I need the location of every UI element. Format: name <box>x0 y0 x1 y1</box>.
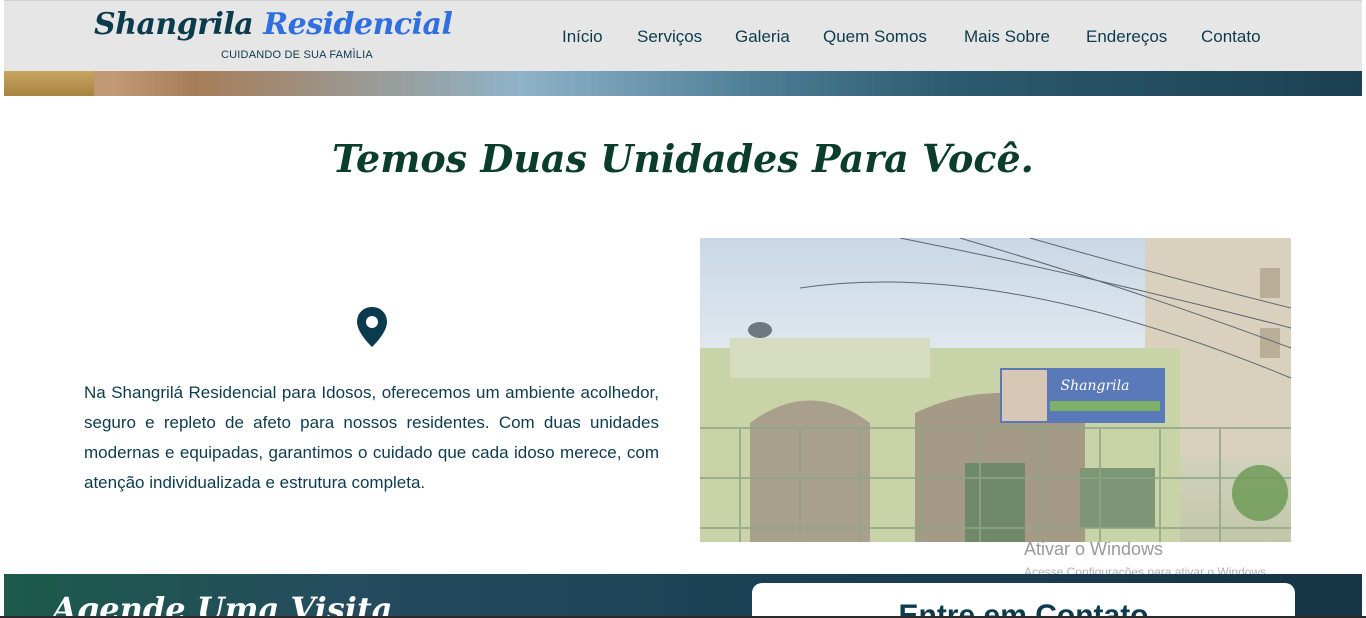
section-title: Temos Duas Unidades Para Você. <box>332 136 1034 181</box>
nav-item-mais-sobre[interactable]: Mais Sobre <box>964 27 1050 47</box>
units-description: Na Shangrilá Residencial para Idosos, of… <box>84 383 659 492</box>
nav-item-galeria[interactable]: Galeria <box>735 27 790 47</box>
building-photo: Shangrila <box>700 238 1291 542</box>
building-illustration: Shangrila <box>700 238 1291 542</box>
photo-sign-text: Shangrila <box>1061 378 1130 394</box>
contact-form-card: Entre em Contato <box>752 583 1295 618</box>
map-pin-icon <box>357 307 387 347</box>
nav-item-servicos[interactable]: Serviços <box>637 27 702 47</box>
visit-title: Agende Uma Visita <box>52 590 393 618</box>
top-navbar: Shangrila Residencial CUIDANDO DE SUA FA… <box>4 0 1362 71</box>
nav-item-enderecos[interactable]: Endereços <box>1086 27 1167 47</box>
nav-item-contato[interactable]: Contato <box>1201 27 1261 47</box>
nav-item-inicio[interactable]: Início <box>562 27 603 47</box>
windows-activation-title: Ativar o Windows <box>1024 539 1164 559</box>
hero-image-strip <box>4 71 1362 96</box>
nav-item-quem-somos[interactable]: Quem Somos <box>823 27 927 47</box>
nav-menu: Início Serviços Galeria Quem Somos Mais … <box>4 27 1362 51</box>
